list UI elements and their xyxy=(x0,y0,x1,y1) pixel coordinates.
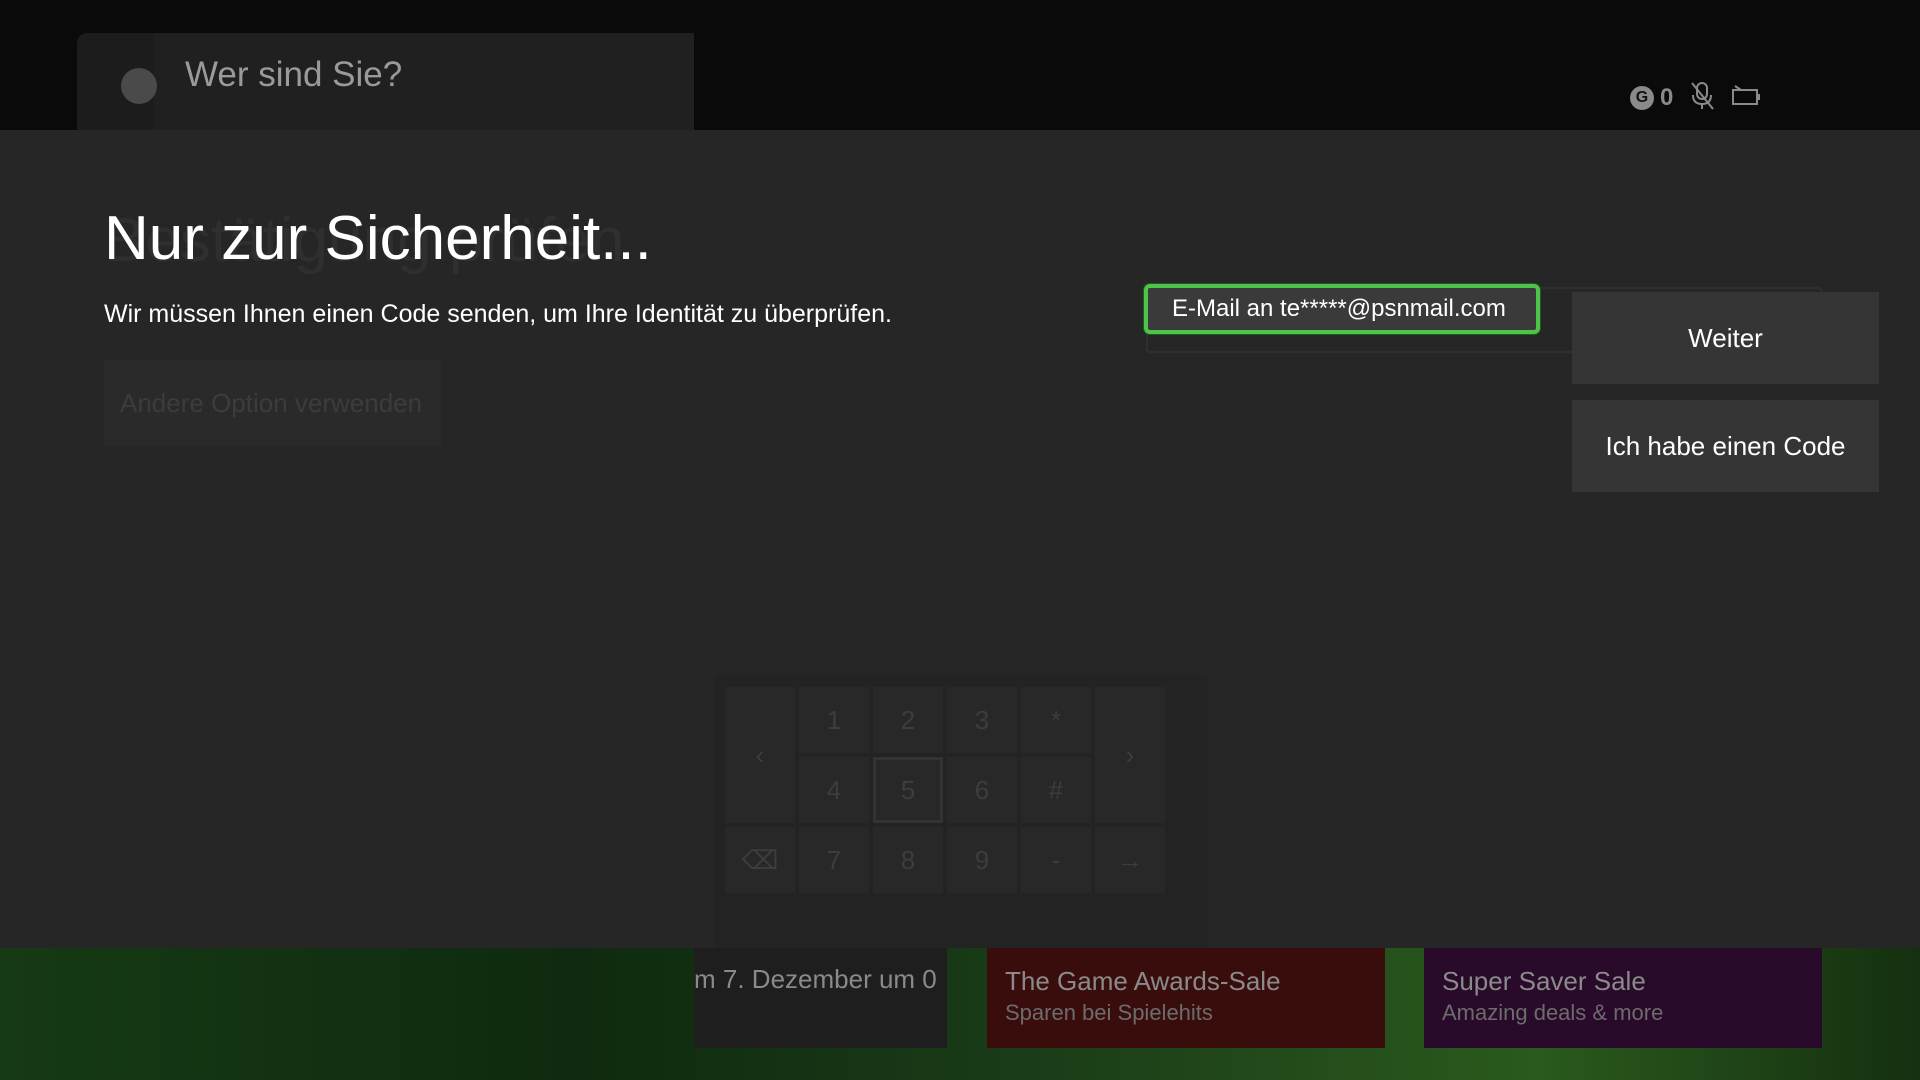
page-title: Nur zur Sicherheit... xyxy=(104,204,652,273)
keypad-key: 7 xyxy=(799,827,869,893)
have-code-button[interactable]: Ich habe einen Code xyxy=(1572,400,1879,492)
arrow-right-icon: → xyxy=(1095,827,1165,893)
keypad-key: * xyxy=(1021,687,1091,753)
tile-subtitle: Amazing deals & more xyxy=(1442,1000,1664,1025)
tile-title: The Game Awards-Sale xyxy=(1005,966,1281,996)
ghost-keypad: ‹ 1 2 3 * › 4 5 6 # ⌫ 7 8 9 - → xyxy=(713,675,1208,948)
chevron-left-icon: ‹ xyxy=(725,687,795,823)
keypad-key: 2 xyxy=(873,687,943,753)
security-dialog: Bestätigung prüfen Nur zur Sicherheit...… xyxy=(0,130,1920,948)
chevron-right-icon: › xyxy=(1095,687,1165,823)
ghost-other-option: Andere Option verwenden xyxy=(104,360,441,446)
background-header-title: Wer sind Sie? xyxy=(185,55,403,94)
status-bar: G 0 xyxy=(1630,81,1761,116)
gamerscore-icon: G xyxy=(1630,86,1654,110)
dialog-subtitle: Wir müssen Ihnen einen Code senden, um I… xyxy=(104,300,892,328)
keypad-key: 9 xyxy=(947,827,1017,893)
xbox-logo-icon xyxy=(121,68,157,104)
gamerscore-value: 0 xyxy=(1660,84,1674,111)
mic-muted-icon xyxy=(1689,81,1715,116)
background-tile: m 7. Dezember um 0 xyxy=(694,948,947,1048)
next-button[interactable]: Weiter xyxy=(1572,292,1879,384)
keypad-key: 3 xyxy=(947,687,1017,753)
keypad-key: - xyxy=(1021,827,1091,893)
keypad-key: 6 xyxy=(947,757,1017,823)
tile-subtitle: Sparen bei Spielehits xyxy=(1005,1000,1213,1025)
email-option-select[interactable]: E-Mail an te*****@psnmail.com xyxy=(1144,284,1540,334)
backspace-icon: ⌫ xyxy=(725,827,795,893)
keypad-key: 5 xyxy=(873,757,943,823)
keypad-key: 1 xyxy=(799,687,869,753)
battery-icon xyxy=(1731,84,1761,113)
background-tile: The Game Awards-Sale Sparen bei Spielehi… xyxy=(987,948,1385,1048)
gamerscore: G 0 xyxy=(1630,84,1673,112)
tile-title: Super Saver Sale xyxy=(1442,966,1646,996)
keypad-key: 4 xyxy=(799,757,869,823)
background-tile: Super Saver Sale Amazing deals & more xyxy=(1424,948,1822,1048)
tile-title: m 7. Dezember um 0 xyxy=(694,964,937,994)
keypad-key: # xyxy=(1021,757,1091,823)
keypad-key: 8 xyxy=(873,827,943,893)
